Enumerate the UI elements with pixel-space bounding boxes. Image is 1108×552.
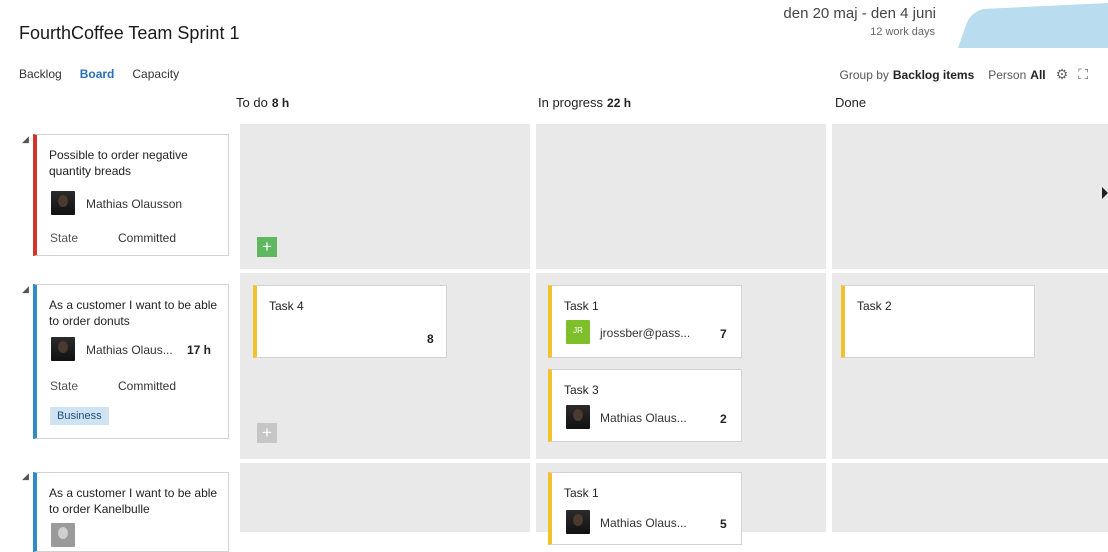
group-by-label: Group by (839, 67, 889, 82)
backlog-item-card[interactable]: As a customer I want to be able to order… (33, 284, 229, 439)
assignee-name: Mathias Olaus... (600, 411, 687, 425)
avatar-initials: JR (573, 326, 583, 335)
task-title: Task 2 (857, 299, 892, 313)
board-cell (536, 124, 826, 269)
task-card[interactable]: Task 3 Mathias Olaus... 2 (548, 369, 742, 442)
column-header-todo: To do 8 h (236, 95, 289, 110)
assignee-name: Mathias Olausson (86, 197, 183, 211)
task-card[interactable]: Task 2 (841, 285, 1035, 358)
view-tabs: Backlog Board Capacity (19, 67, 179, 81)
gear-icon[interactable]: ⚙ (1056, 66, 1069, 83)
backlog-item-title: Possible to order negative quantity brea… (49, 148, 188, 178)
task-title: Task 3 (564, 383, 599, 397)
page-title: FourthCoffee Team Sprint 1 (19, 23, 240, 43)
tab-board[interactable]: Board (80, 67, 115, 81)
column-header-inprogress: In progress 22 h (538, 95, 631, 110)
add-task-button[interactable]: + (257, 237, 277, 257)
board-cell (240, 463, 530, 532)
column-hours: 8 h (271, 96, 290, 110)
column-name: Done (835, 95, 867, 110)
avatar (51, 523, 75, 547)
remaining-work: 8 (427, 332, 434, 346)
scroll-right-arrow-icon[interactable] (1102, 187, 1108, 199)
avatar (51, 191, 75, 215)
board-cell (240, 124, 530, 269)
fullscreen-icon[interactable]: ⛶ (1078, 66, 1088, 83)
sprint-work-days: 12 work days (870, 26, 935, 38)
column-hours: 22 h (607, 96, 632, 110)
state-value[interactable]: Committed (118, 379, 176, 393)
burndown-thumbnail[interactable] (958, 3, 1108, 48)
board-toolbar: Group by Backlog items Person All ⚙ ⛶ (840, 66, 1088, 83)
backlog-item-title: As a customer I want to be able to order… (49, 298, 218, 328)
board-cell (832, 124, 1108, 269)
backlog-item-title: As a customer I want to be able to order… (49, 486, 218, 516)
remaining-work: 7 (720, 327, 727, 341)
backlog-item-card[interactable]: Possible to order negative quantity brea… (33, 134, 229, 256)
assignee-name: jrossber@pass... (600, 326, 691, 340)
person-label: Person (988, 67, 1027, 82)
group-by-value[interactable]: Backlog items (893, 68, 974, 82)
task-card[interactable]: Task 1 Mathias Olaus... 5 (548, 472, 742, 545)
avatar (566, 510, 590, 534)
remaining-hours: 17 h (187, 343, 212, 357)
collapse-arrow-icon[interactable]: ◢ (22, 284, 29, 295)
remaining-work: 5 (720, 517, 727, 531)
task-card[interactable]: Task 4 8 (253, 285, 447, 358)
avatar (566, 405, 590, 429)
tab-capacity[interactable]: Capacity (132, 67, 179, 81)
assignee-name: Mathias Olaus... (600, 516, 687, 530)
column-name: In progress (538, 95, 604, 110)
add-task-button[interactable]: + (257, 423, 277, 443)
task-title: Task 4 (269, 299, 304, 313)
state-label: State (50, 231, 79, 245)
avatar: JR (566, 320, 590, 344)
avatar (51, 337, 75, 361)
collapse-arrow-icon[interactable]: ◢ (22, 134, 29, 145)
column-name: To do (236, 95, 268, 110)
task-title: Task 1 (564, 486, 599, 500)
person-filter-value[interactable]: All (1030, 68, 1045, 82)
assignee-name: Mathias Olaus... (86, 343, 173, 357)
tab-backlog[interactable]: Backlog (19, 67, 62, 81)
collapse-arrow-icon[interactable]: ◢ (22, 471, 29, 482)
sprint-dates: den 20 maj - den 4 juni (783, 5, 936, 22)
state-value[interactable]: Committed (118, 231, 176, 245)
task-title: Task 1 (564, 299, 599, 313)
backlog-item-card[interactable]: As a customer I want to be able to order… (33, 472, 229, 552)
board-cell (832, 463, 1108, 532)
remaining-work: 2 (720, 412, 727, 426)
task-card[interactable]: Task 1 JR jrossber@pass... 7 (548, 285, 742, 358)
column-header-done: Done (835, 95, 866, 110)
tag-badge[interactable]: Business (50, 407, 109, 425)
state-label: State (50, 379, 79, 393)
